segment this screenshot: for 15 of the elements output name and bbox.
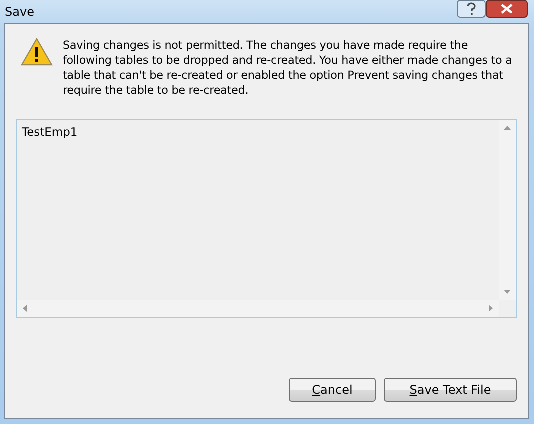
close-button[interactable] bbox=[486, 0, 528, 18]
horizontal-scrollbar[interactable] bbox=[17, 300, 499, 317]
scroll-right-icon[interactable] bbox=[489, 305, 493, 312]
error-message: Saving changes is not permitted. The changes you have made require the following tables to be dropped and re-created. You have either made changes to a table that can't be re-created or enabled the option Prevent saving changes that require the table to be re-created. bbox=[62, 38, 514, 99]
help-button[interactable] bbox=[457, 0, 486, 18]
vertical-scrollbar[interactable] bbox=[499, 120, 516, 300]
text-area[interactable]: TestEmp1 bbox=[16, 119, 517, 318]
scroll-left-icon[interactable] bbox=[23, 305, 27, 312]
save-text-file-button[interactable]: Save Text File bbox=[384, 378, 517, 402]
cancel-button[interactable]: Cancel bbox=[289, 378, 376, 402]
window-title: Save bbox=[4, 4, 34, 18]
scroll-down-icon[interactable] bbox=[504, 290, 511, 294]
scroll-up-icon[interactable] bbox=[504, 126, 511, 130]
table-name: TestEmp1 bbox=[22, 125, 79, 139]
warning-icon bbox=[21, 38, 53, 66]
